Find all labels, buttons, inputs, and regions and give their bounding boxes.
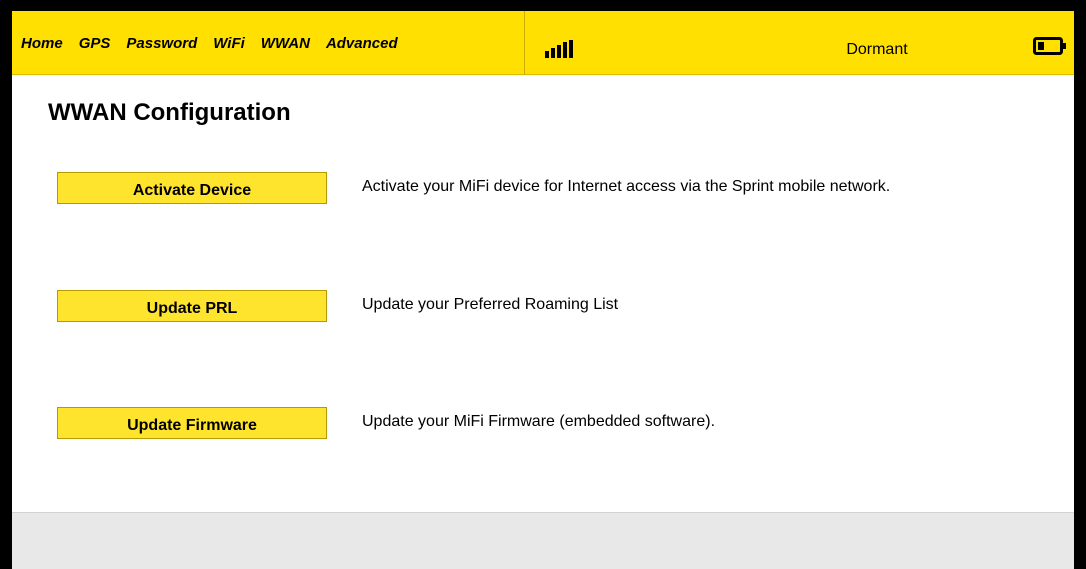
nav-advanced[interactable]: Advanced — [326, 35, 398, 52]
nav-wwan[interactable]: WWAN — [261, 35, 310, 52]
connection-status: Dormant — [846, 41, 908, 58]
page-title: WWAN Configuration — [48, 99, 291, 126]
nav-wifi[interactable]: WiFi — [213, 35, 245, 52]
nav-gps[interactable]: GPS — [79, 35, 111, 52]
main-nav: Home GPS Password WiFi WWAN Advanced — [12, 11, 524, 75]
app-window: Home GPS Password WiFi WWAN Advanced Dor… — [12, 11, 1074, 569]
nav-divider — [524, 11, 525, 75]
top-bar: Home GPS Password WiFi WWAN Advanced Dor… — [12, 11, 1074, 75]
nav-home[interactable]: Home — [21, 35, 63, 52]
battery-icon — [1033, 37, 1066, 55]
activate-device-description: Activate your MiFi device for Internet a… — [362, 178, 891, 195]
update-prl-description: Update your Preferred Roaming List — [362, 296, 619, 313]
footer-bar — [12, 512, 1074, 569]
nav-password[interactable]: Password — [126, 35, 197, 52]
activate-device-button[interactable]: Activate Device — [57, 172, 327, 204]
signal-strength-icon — [545, 40, 573, 58]
update-prl-button[interactable]: Update PRL — [57, 290, 327, 322]
update-firmware-button[interactable]: Update Firmware — [57, 407, 327, 439]
update-firmware-description: Update your MiFi Firmware (embedded soft… — [362, 413, 716, 430]
